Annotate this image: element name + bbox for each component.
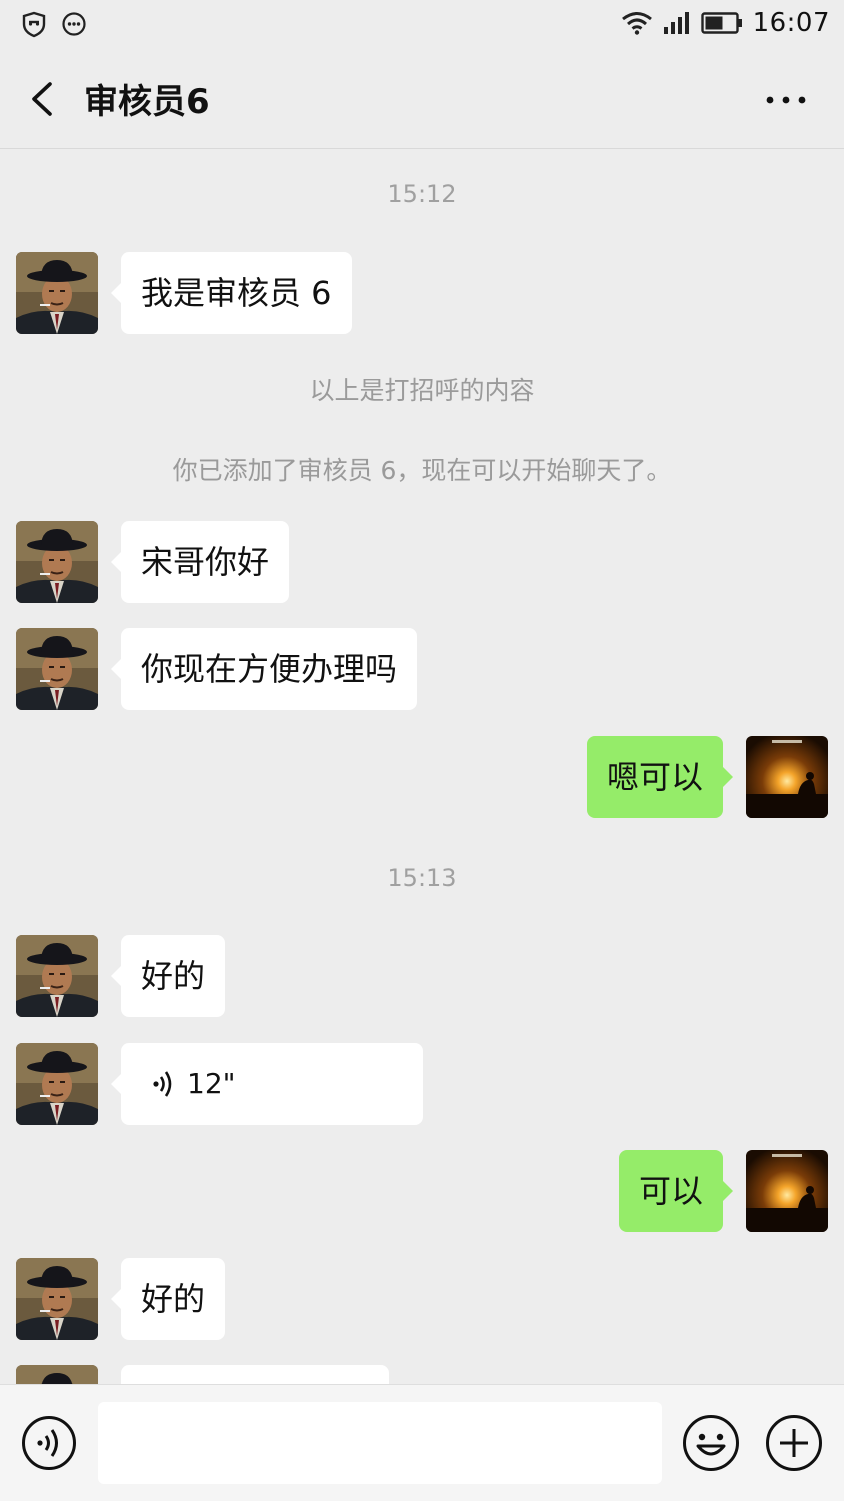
chevron-left-icon[interactable] bbox=[24, 78, 64, 120]
timestamp: 15:13 bbox=[387, 864, 457, 892]
contact-avatar[interactable] bbox=[16, 935, 98, 1017]
my-avatar[interactable] bbox=[746, 736, 828, 818]
message-bubble-sent[interactable]: 可以 bbox=[618, 1150, 734, 1232]
message-bubble-received[interactable]: 我是审核员 6 bbox=[111, 252, 352, 334]
chat-title: 审核员6 bbox=[84, 82, 210, 122]
plus-icon[interactable] bbox=[765, 1414, 823, 1472]
message-bubble-received[interactable]: 宋哥你好 bbox=[110, 521, 290, 603]
message-input[interactable] bbox=[98, 1402, 662, 1484]
clock-time: 16:07 bbox=[752, 8, 830, 38]
status-bar: 16:07 bbox=[0, 0, 844, 50]
chat-header: 审核员6 bbox=[0, 50, 844, 149]
message-bubble-received[interactable]: 好的 bbox=[110, 1258, 226, 1340]
battery-icon bbox=[700, 12, 742, 34]
greeting-notice: 以上是打招呼的内容 bbox=[309, 376, 535, 405]
friend-added-notice: 你已添加了审核员 6，现在可以开始聊天了。 bbox=[172, 456, 672, 485]
contact-avatar[interactable] bbox=[16, 521, 98, 603]
message-bubble-received[interactable]: 好的 bbox=[110, 935, 226, 1017]
voice-message-bubble[interactable]: 12" bbox=[111, 1043, 423, 1125]
voice-duration: 12" bbox=[187, 1067, 236, 1100]
message-bubble-received[interactable]: 你现在方便办理吗 bbox=[110, 628, 418, 710]
input-bar bbox=[0, 1384, 844, 1501]
contact-avatar[interactable] bbox=[16, 252, 98, 334]
voice-input-icon[interactable] bbox=[21, 1415, 77, 1471]
message-bubble-received[interactable] bbox=[121, 1365, 389, 1384]
my-avatar[interactable] bbox=[746, 1150, 828, 1232]
message-list[interactable]: 15:12 我是审核员 6 以上是打招呼的内容 你已添加了审核员 6，现在可以开… bbox=[0, 149, 844, 1384]
chat-dots-icon bbox=[62, 12, 86, 36]
more-dots-icon[interactable] bbox=[764, 80, 808, 120]
contact-avatar[interactable] bbox=[16, 1258, 98, 1340]
shield-icon bbox=[22, 11, 46, 38]
emoji-icon[interactable] bbox=[682, 1414, 740, 1472]
wifi-icon bbox=[621, 12, 652, 35]
message-bubble-sent[interactable]: 嗯可以 bbox=[586, 736, 734, 818]
timestamp: 15:12 bbox=[387, 180, 457, 208]
signal-icon bbox=[663, 12, 689, 34]
contact-avatar[interactable] bbox=[16, 1043, 98, 1125]
contact-avatar[interactable] bbox=[16, 628, 98, 710]
contact-avatar[interactable] bbox=[16, 1365, 98, 1384]
voice-wave-icon bbox=[153, 1071, 172, 1097]
